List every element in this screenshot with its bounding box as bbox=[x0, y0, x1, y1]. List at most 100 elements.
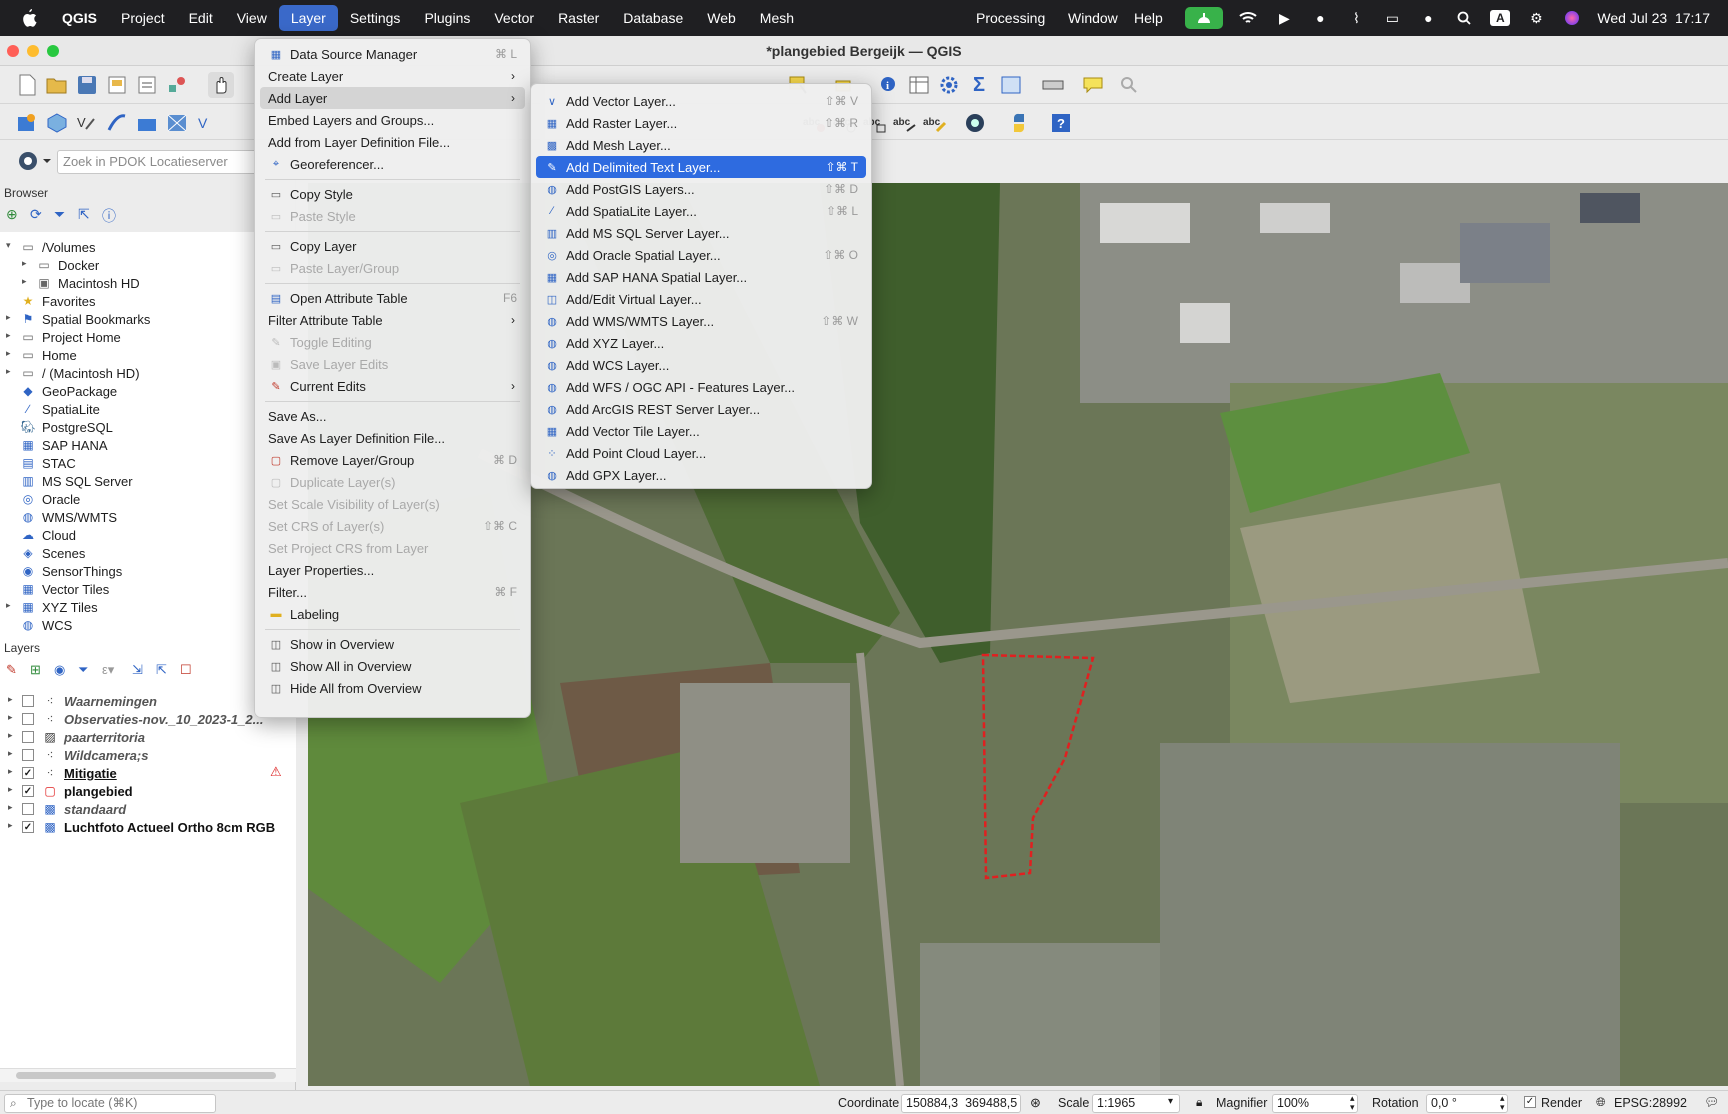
label-tool-5-icon[interactable]: abc bbox=[922, 110, 948, 136]
menu-database[interactable]: Database bbox=[611, 5, 695, 31]
close-window-icon[interactable] bbox=[7, 45, 19, 57]
expand-all-icon[interactable]: ⇲ bbox=[132, 662, 148, 682]
label-tool-4-icon[interactable]: abc bbox=[892, 110, 918, 136]
layer-menu-item[interactable]: Filter Attribute Table › bbox=[260, 309, 525, 331]
layer-item[interactable]: ⁖ Wildcamera;s bbox=[22, 746, 148, 764]
map-tips-icon[interactable] bbox=[1080, 72, 1106, 98]
toggle-extents-icon[interactable]: ⊛ bbox=[1030, 1095, 1041, 1111]
browser-item[interactable]: ▦ XYZ Tiles bbox=[20, 598, 97, 616]
add-layer-menu-item[interactable]: ◍ Add WMS/WMTS Layer... ⇧⌘ W bbox=[536, 310, 866, 332]
magnifier-field[interactable]: 100% bbox=[1272, 1094, 1358, 1113]
add-layer-menu-item[interactable]: ▦ Add Raster Layer... ⇧⌘ R bbox=[536, 112, 866, 134]
rotation-stepper-icon[interactable]: ▴ ▾ bbox=[1500, 1094, 1505, 1112]
layer-menu-item[interactable]: Embed Layers and Groups... bbox=[260, 109, 525, 131]
collapsed-triangle-icon[interactable]: ▸ bbox=[8, 730, 13, 741]
collapsed-triangle-icon[interactable]: ▸ bbox=[8, 694, 13, 705]
browser-item[interactable]: ⚑ Spatial Bookmarks bbox=[20, 310, 151, 328]
collapsed-triangle-icon[interactable]: ▸ bbox=[6, 330, 11, 341]
layer-menu-item[interactable]: Add from Layer Definition File... bbox=[260, 131, 525, 153]
properties-info-icon[interactable]: ⓘ bbox=[102, 206, 118, 226]
layer-item[interactable]: ✓ ▩ Luchtfoto Actueel Ortho 8cm RGB bbox=[22, 818, 275, 836]
layer-menu-item[interactable]: ⌖ Georeferencer... bbox=[260, 153, 525, 175]
layer-visibility-checkbox[interactable]: ✓ bbox=[22, 785, 34, 797]
remove-layer-icon[interactable]: ☐ bbox=[180, 662, 196, 682]
collapsed-triangle-icon[interactable]: ▸ bbox=[8, 766, 13, 777]
new-spatialite-layer-icon[interactable] bbox=[104, 110, 130, 136]
settings-gear-icon[interactable] bbox=[936, 72, 962, 98]
apple-icon[interactable] bbox=[18, 7, 40, 29]
add-layer-menu-item[interactable]: ◫ Add/Edit Virtual Layer... bbox=[536, 288, 866, 310]
browser-item[interactable]: ◉ SensorThings bbox=[20, 562, 122, 580]
collapsed-triangle-icon[interactable]: ▸ bbox=[6, 600, 11, 611]
browser-item[interactable]: ▤ STAC bbox=[20, 454, 75, 472]
menu-plugins[interactable]: Plugins bbox=[412, 5, 482, 31]
locator-provider-icon[interactable] bbox=[16, 148, 52, 174]
filter-legend-icon[interactable]: ⏷ bbox=[78, 662, 94, 682]
layer-menu-item[interactable]: ▢ Remove Layer/Group ⌘ D bbox=[260, 449, 525, 471]
browser-item[interactable]: ☁ Cloud bbox=[20, 526, 76, 544]
browser-item[interactable]: ◆ GeoPackage bbox=[20, 382, 117, 400]
filter-icon[interactable]: ⏷ bbox=[54, 206, 70, 226]
layer-item[interactable]: ⁖ Waarnemingen bbox=[22, 692, 157, 710]
refresh-icon[interactable]: ⟳ bbox=[30, 206, 46, 226]
siri-icon[interactable] bbox=[1561, 9, 1583, 27]
identify-features-icon[interactable]: i bbox=[876, 72, 902, 98]
statistics-sigma-icon[interactable]: Σ bbox=[966, 72, 992, 98]
collapsed-triangle-icon[interactable]: ▸ bbox=[8, 748, 13, 759]
collapsed-triangle-icon[interactable]: ▸ bbox=[22, 258, 27, 269]
add-layer-menu-item[interactable]: ◎ Add Oracle Spatial Layer... ⇧⌘ O bbox=[536, 244, 866, 266]
locate-input[interactable]: Type to locate (⌘K) bbox=[4, 1094, 216, 1113]
browser-item[interactable]: ★ Favorites bbox=[20, 292, 96, 310]
new-virtual-layer-icon[interactable] bbox=[164, 110, 190, 136]
collapsed-triangle-icon[interactable]: ▸ bbox=[8, 712, 13, 723]
menu-layer[interactable]: Layer bbox=[278, 5, 338, 31]
play-icon[interactable]: ▶ bbox=[1273, 9, 1295, 27]
menu-mesh[interactable]: Mesh bbox=[748, 5, 806, 31]
add-layer-menu-item[interactable]: ◍ Add XYZ Layer... bbox=[536, 332, 866, 354]
menu-window[interactable]: Window bbox=[1056, 5, 1130, 31]
layout-manager-icon[interactable] bbox=[134, 72, 160, 98]
lock-scale-icon[interactable]: 🔒︎ bbox=[1196, 1095, 1202, 1110]
browser-item[interactable]: ◈ Scenes bbox=[20, 544, 85, 562]
add-layer-menu-item[interactable]: ▥ Add MS SQL Server Layer... bbox=[536, 222, 866, 244]
open-project-icon[interactable] bbox=[44, 72, 70, 98]
browser-item[interactable]: ▦ SAP HANA bbox=[20, 436, 107, 454]
add-selected-icon[interactable]: ⊕ bbox=[6, 206, 22, 226]
layer-menu-item[interactable]: Create Layer › bbox=[260, 65, 525, 87]
layer-menu-item[interactable]: Save As... bbox=[260, 405, 525, 427]
layer-visibility-checkbox[interactable] bbox=[22, 749, 34, 761]
menu-processing[interactable]: Processing bbox=[964, 5, 1057, 31]
render-checkbox[interactable]: ✓ bbox=[1524, 1096, 1536, 1108]
control-center-icon[interactable]: ⚙ bbox=[1525, 9, 1547, 27]
remote-control-icon[interactable] bbox=[1185, 7, 1224, 29]
python-console-icon[interactable] bbox=[1006, 110, 1032, 136]
save-project-icon[interactable] bbox=[74, 72, 100, 98]
menu-web[interactable]: Web bbox=[695, 5, 748, 31]
layer-menu-item[interactable]: Layer Properties... bbox=[260, 559, 525, 581]
plugin-globe-icon[interactable] bbox=[962, 110, 988, 136]
layer-menu-item[interactable]: Save As Layer Definition File... bbox=[260, 427, 525, 449]
collapsed-triangle-icon[interactable]: ▸ bbox=[8, 802, 13, 813]
add-layer-menu-item[interactable]: ▦ Add Vector Tile Layer... bbox=[536, 420, 866, 442]
expanded-triangle-icon[interactable]: ▾ bbox=[6, 240, 11, 251]
clock[interactable]: Wed Jul 23 17:17 bbox=[1597, 10, 1710, 26]
crs-globe-icon[interactable]: 🌐︎ bbox=[1596, 1095, 1606, 1110]
browser-item[interactable]: ◍ WMS/WMTS bbox=[20, 508, 117, 526]
minimize-window-icon[interactable] bbox=[27, 45, 39, 57]
browser-item[interactable]: ▥ MS SQL Server bbox=[20, 472, 132, 490]
layer-item[interactable]: ▨ paarterritoria bbox=[22, 728, 145, 746]
messages-icon[interactable]: 💬︎ bbox=[1704, 1095, 1719, 1109]
add-layer-menu-item[interactable]: ▦ Add SAP HANA Spatial Layer... bbox=[536, 266, 866, 288]
measure-line-icon[interactable] bbox=[1040, 72, 1066, 98]
layer-item[interactable]: ⁖ Observaties-nov._10_2023-1_2... bbox=[22, 710, 263, 728]
collapse-all-icon[interactable]: ⇱ bbox=[78, 206, 94, 226]
help-icon[interactable]: ? bbox=[1048, 110, 1074, 136]
add-group-icon[interactable]: ⊞ bbox=[30, 662, 46, 682]
menu-project[interactable]: Project bbox=[109, 5, 177, 31]
zoom-window-icon[interactable] bbox=[47, 45, 59, 57]
layers-horizontal-scrollbar[interactable] bbox=[0, 1068, 296, 1082]
crs-button[interactable]: EPSG:28992 bbox=[1614, 1096, 1687, 1110]
rotation-field[interactable]: 0,0 ° bbox=[1426, 1094, 1508, 1113]
scale-dropdown-icon[interactable]: ▾ bbox=[1168, 1096, 1173, 1107]
scale-field[interactable]: 1:1965 bbox=[1092, 1094, 1180, 1113]
